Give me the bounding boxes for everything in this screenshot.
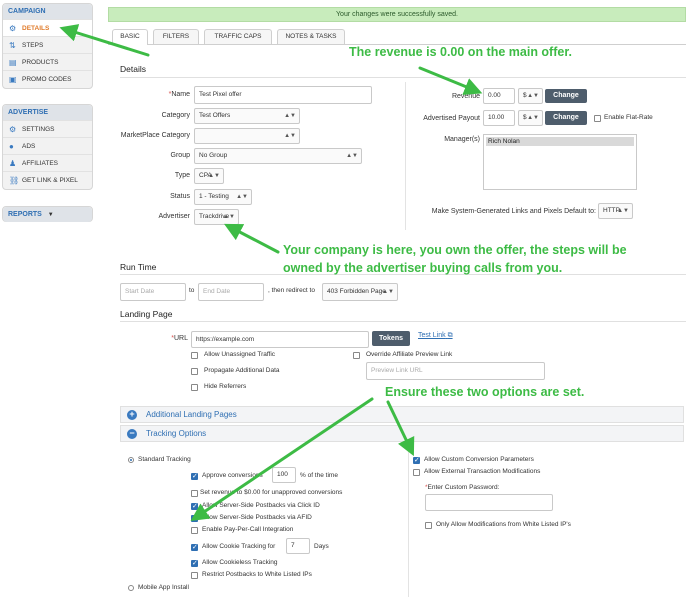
annotation-arrows [59,24,483,522]
arrow-to-afid [190,397,374,522]
arrow-to-advertiser [224,223,280,254]
arrow-to-custom-params [386,400,415,457]
arrow-to-details [59,24,150,57]
arrow-to-revenue [418,66,483,95]
